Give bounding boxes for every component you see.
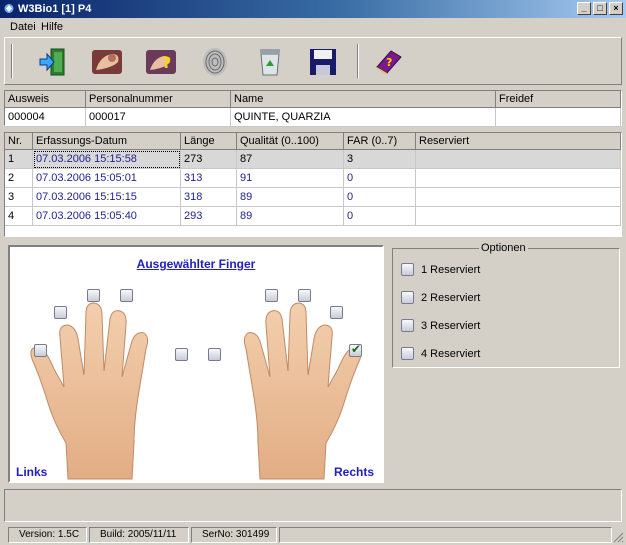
cell-far: 0	[344, 169, 416, 188]
cell-qualitaet: 91	[237, 169, 344, 188]
cell-reserviert	[416, 150, 621, 169]
option-label: 2 Reserviert	[421, 292, 481, 304]
options-group: Optionen 1 Reserviert 2 Reserviert 3 Res…	[392, 242, 620, 368]
column-header-erfassungs-datum[interactable]: Erfassungs-Datum	[33, 133, 181, 150]
message-area	[4, 489, 622, 522]
person-table: Ausweis Personalnummer Name Freidef 0000…	[4, 90, 622, 127]
options-title: Optionen	[479, 242, 528, 254]
status-empty	[279, 527, 612, 543]
column-header-far[interactable]: FAR (0..7)	[344, 133, 416, 150]
cell-datum: 07.03.2006 15:15:15	[33, 188, 181, 207]
person-personalnummer[interactable]: 000017	[86, 108, 231, 127]
person-freidef[interactable]	[496, 108, 621, 127]
cell-datum: 07.03.2006 15:15:58	[33, 150, 181, 169]
toolbar-separator	[357, 44, 359, 78]
help-hand-icon[interactable]: ?	[141, 44, 181, 80]
left-hand-label: Links	[16, 465, 48, 479]
cell-qualitaet: 87	[237, 150, 344, 169]
column-header-name[interactable]: Name	[231, 91, 496, 108]
cell-qualitaet: 89	[237, 188, 344, 207]
table-row[interactable]: 4 07.03.2006 15:05:40 293 89 0	[5, 207, 621, 226]
column-header-qualitaet[interactable]: Qualität (0..100)	[237, 133, 344, 150]
status-serno: SerNo: 301499	[191, 527, 277, 543]
toolbar-separator	[11, 44, 13, 78]
finger-checkbox-left-middle[interactable]	[87, 289, 100, 302]
menu-datei[interactable]: Datei	[10, 21, 36, 33]
cell-laenge: 293	[181, 207, 237, 226]
column-header-laenge[interactable]: Länge	[181, 133, 237, 150]
option-label: 3 Reserviert	[421, 320, 481, 332]
option-label: 4 Reserviert	[421, 348, 481, 360]
cell-reserviert	[416, 188, 621, 207]
column-header-nr[interactable]: Nr.	[5, 133, 33, 150]
table-row[interactable]: 3 07.03.2006 15:15:15 318 89 0	[5, 188, 621, 207]
finger-checkbox-left-little[interactable]	[34, 344, 47, 357]
option-checkbox[interactable]	[401, 263, 414, 276]
minimize-button[interactable]: _	[577, 2, 591, 15]
option-checkbox[interactable]	[401, 291, 414, 304]
column-header-personalnummer[interactable]: Personalnummer	[86, 91, 231, 108]
finger-checkbox-right-middle[interactable]	[298, 289, 311, 302]
menu-hilfe[interactable]: Hilfe	[41, 21, 63, 33]
status-version: Version: 1.5C	[8, 527, 87, 543]
cell-laenge: 318	[181, 188, 237, 207]
fingerprint-pattern-icon[interactable]	[195, 44, 235, 80]
cell-reserviert	[416, 169, 621, 188]
menu-bar: Datei Hilfe	[0, 18, 626, 35]
help-book-icon[interactable]: ?	[369, 44, 409, 80]
finger-checkbox-right-index[interactable]	[265, 289, 278, 302]
toolbar: ? ?	[4, 37, 622, 85]
column-header-freidef[interactable]: Freidef	[496, 91, 621, 108]
cell-nr: 1	[5, 150, 33, 169]
title-bar: W3Bio1 [1] P4 _ □ ×	[0, 0, 626, 18]
status-bar: Version: 1.5C Build: 2005/11/11 SerNo: 3…	[0, 525, 626, 545]
finger-checkbox-left-thumb[interactable]	[175, 348, 188, 361]
person-name[interactable]: QUINTE, QUARZIA	[231, 108, 496, 127]
svg-text:?: ?	[386, 56, 392, 69]
finger-checkbox-left-ring[interactable]	[54, 306, 67, 319]
cell-qualitaet: 89	[237, 207, 344, 226]
option-checkbox[interactable]	[401, 319, 414, 332]
status-build: Build: 2005/11/11	[89, 527, 189, 543]
finger-checkbox-right-thumb[interactable]	[208, 348, 221, 361]
cell-far: 0	[344, 188, 416, 207]
column-header-reserviert[interactable]: Reserviert	[416, 133, 621, 150]
resize-grip-icon[interactable]	[612, 531, 624, 543]
cell-laenge: 313	[181, 169, 237, 188]
cell-laenge: 273	[181, 150, 237, 169]
cell-datum: 07.03.2006 15:05:40	[33, 207, 181, 226]
app-icon	[4, 4, 14, 13]
right-hand-label: Rechts	[333, 465, 374, 479]
option-label: 1 Reserviert	[421, 264, 481, 276]
table-row[interactable]: 2 07.03.2006 15:05:01 313 91 0	[5, 169, 621, 188]
maximize-button[interactable]: □	[593, 2, 607, 15]
recycle-bin-icon[interactable]	[250, 44, 290, 80]
option-checkbox[interactable]	[401, 347, 414, 360]
close-button[interactable]: ×	[609, 2, 623, 15]
hands-illustration	[30, 302, 362, 480]
fingerprint-hand-icon[interactable]	[87, 44, 127, 80]
cell-nr: 3	[5, 188, 33, 207]
svg-text:?: ?	[162, 53, 171, 72]
window-title: W3Bio1 [1] P4	[18, 3, 92, 15]
cell-nr: 2	[5, 169, 33, 188]
column-header-ausweis[interactable]: Ausweis	[5, 91, 86, 108]
cell-far: 0	[344, 207, 416, 226]
save-disk-icon[interactable]	[303, 44, 343, 80]
table-row[interactable]: 1 07.03.2006 15:15:58 273 87 3	[5, 150, 621, 169]
person-ausweis[interactable]: 000004	[5, 108, 86, 127]
finger-checkbox-left-index[interactable]	[120, 289, 133, 302]
cell-nr: 4	[5, 207, 33, 226]
exit-door-icon[interactable]	[33, 44, 73, 80]
cell-reserviert	[416, 207, 621, 226]
capture-table: Nr. Erfassungs-Datum Länge Qualität (0..…	[4, 132, 622, 237]
cell-datum: 07.03.2006 15:05:01	[33, 169, 181, 188]
finger-checkbox-right-little[interactable]	[349, 342, 362, 357]
finger-selection-panel: Ausgewählter Finger Links Rechts	[8, 245, 384, 483]
finger-checkbox-right-ring[interactable]	[330, 306, 343, 319]
cell-far: 3	[344, 150, 416, 169]
